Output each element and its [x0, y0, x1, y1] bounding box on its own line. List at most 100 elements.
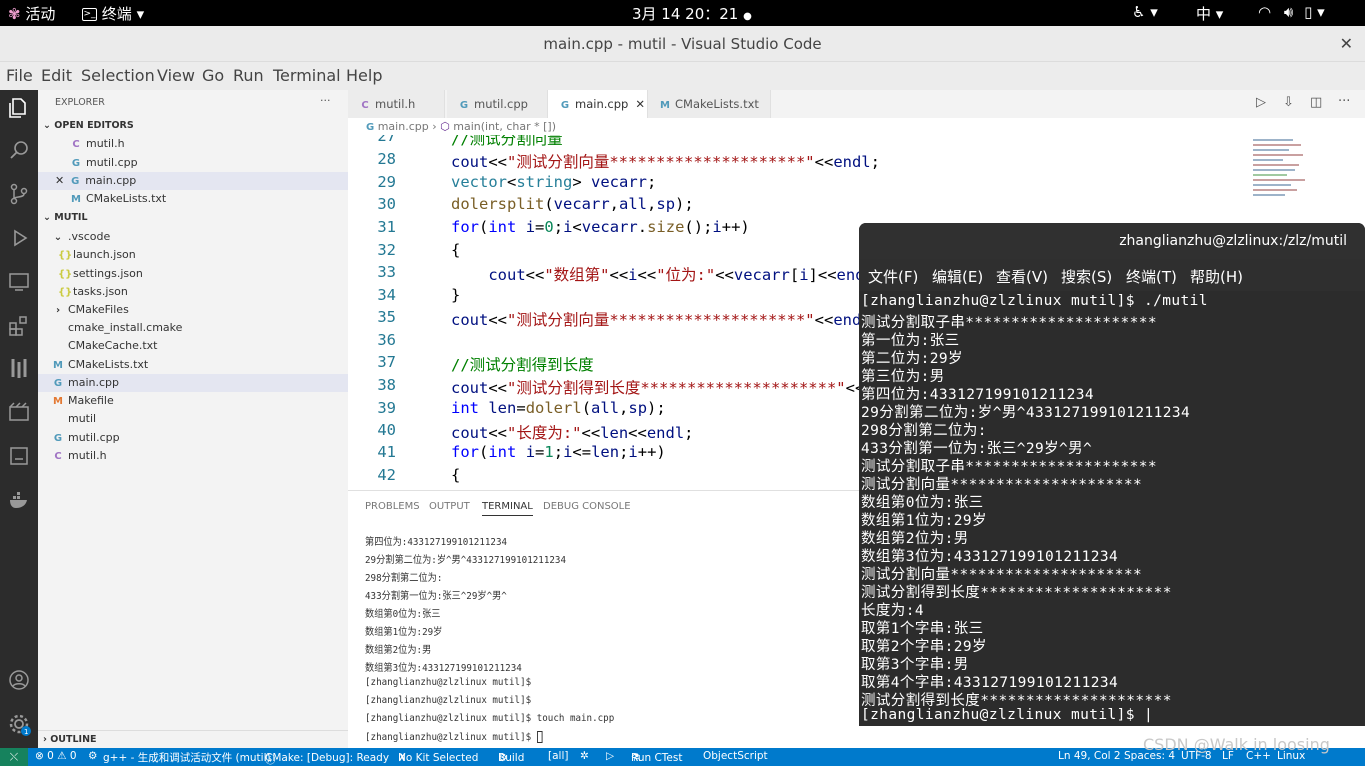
settings-gear-icon[interactable]: 1	[7, 712, 31, 736]
input-method-menu[interactable]: 中 ▾	[1196, 3, 1223, 24]
remote-explorer-icon[interactable]	[7, 270, 31, 294]
menu-edit[interactable]: Edit	[41, 66, 72, 85]
code-line: for(int i=1;i<=len;i++)	[451, 443, 666, 461]
tab-problems[interactable]: PROBLEMS	[365, 501, 420, 512]
test-icon[interactable]	[7, 444, 31, 468]
terminal-menu-help[interactable]: 帮助(H)	[1190, 266, 1243, 287]
terminal-menu-file[interactable]: 文件(F)	[868, 266, 918, 287]
menu-file[interactable]: File	[6, 66, 33, 85]
more-actions-icon[interactable]: ···	[1338, 94, 1350, 109]
cpp-file-icon: G	[71, 176, 80, 187]
tree-file[interactable]: M CMakeLists.txt	[38, 356, 348, 374]
tree-file[interactable]: mutil	[38, 410, 348, 428]
line-number: 40	[377, 421, 396, 439]
terminal-menu-search[interactable]: 搜索(S)	[1061, 266, 1112, 287]
tree-file[interactable]: M Makefile	[38, 392, 348, 410]
more-actions-icon[interactable]: ···	[320, 92, 340, 110]
clock[interactable]: 3月 14 20：21 ●	[632, 3, 752, 24]
folder-header[interactable]: ⌄ MUTIL	[38, 209, 348, 227]
menu-terminal[interactable]: Terminal	[273, 66, 341, 85]
account-icon[interactable]	[7, 668, 31, 692]
code-line: dolersplit(vecarr,all,sp);	[451, 195, 694, 213]
tree-file[interactable]: {}launch.json	[38, 246, 348, 264]
tab-main-cpp[interactable]: Gmain.cpp ✕	[548, 90, 648, 118]
split-editor-icon[interactable]: ◫	[1310, 95, 1322, 110]
tab-output[interactable]: OUTPUT	[429, 501, 470, 512]
run-debug-icon[interactable]	[7, 226, 31, 250]
terminal-app-icon: >_	[82, 8, 97, 21]
menu-run[interactable]: Run	[233, 66, 264, 85]
window-titlebar: main.cpp - mutil - Visual Studio Code ✕	[0, 26, 1365, 62]
intersystems-icon[interactable]	[7, 356, 31, 380]
close-editor-icon[interactable]: ✕	[55, 174, 64, 187]
open-editor-item[interactable]: Cmutil.h	[38, 135, 348, 153]
open-editors-header[interactable]: ⌄ OPEN EDITORS	[38, 117, 348, 135]
tab-cmakelists[interactable]: M CMakeLists.txt	[648, 90, 771, 118]
tree-file-active[interactable]: Gmain.cpp	[38, 374, 348, 392]
outline-header[interactable]: › OUTLINE	[38, 730, 348, 748]
line-number: 31	[377, 218, 396, 236]
source-control-icon[interactable]	[7, 182, 31, 206]
debug-bug-icon[interactable]: ✲	[580, 750, 589, 762]
accessibility-menu[interactable]: ♿ ▾	[1132, 3, 1158, 21]
tree-folder[interactable]: ⌄ .vscode	[38, 228, 348, 246]
terminal-titlebar[interactable]: zhanglianzhu@zlzlinux:/zlz/mutil	[859, 223, 1365, 259]
terminal-output[interactable]: [zhanglianzhu@zlzlinux mutil]$ ./mutil 测…	[859, 291, 1365, 726]
docker-icon[interactable]	[7, 488, 31, 512]
breadcrumb-file[interactable]: main.cpp	[378, 120, 429, 133]
tab-debug-console[interactable]: DEBUG CONSOLE	[543, 501, 631, 512]
line-number: 30	[377, 195, 396, 213]
system-menu[interactable]: ◠ 🔊︎ ▯ ▾	[1258, 3, 1325, 21]
cmake-icon[interactable]	[7, 400, 31, 424]
tree-file[interactable]: {}tasks.json	[38, 283, 348, 301]
terminal-line: [zhanglianzhu@zlzlinux mutil]$	[365, 677, 532, 688]
open-editor-item-active[interactable]: ✕ Gmain.cpp	[38, 172, 348, 190]
remote-indicator-icon[interactable]: ⤬	[0, 748, 28, 766]
open-editor-item[interactable]: Gmutil.cpp	[38, 154, 348, 172]
close-tab-icon[interactable]: ✕	[635, 97, 645, 111]
app-menu-button[interactable]: >_ 终端 ▾	[82, 3, 144, 24]
cmake-target[interactable]: [all]	[548, 750, 568, 762]
terminal-line: 数组第3位为:433127199101211234	[365, 663, 522, 674]
tab-mutil-cpp[interactable]: Gmutil.cpp	[447, 90, 548, 118]
accessibility-icon: ♿	[1132, 3, 1146, 21]
caret-down-icon: ▾	[1150, 3, 1158, 21]
minimap[interactable]	[1253, 135, 1313, 225]
tree-file[interactable]: cmake_install.cmake	[38, 319, 348, 337]
code-line: //测试分割得到长度	[451, 356, 594, 374]
terminal-menu-terminal[interactable]: 终端(T)	[1126, 266, 1177, 287]
activities-button[interactable]: ✾ 活动	[8, 3, 55, 24]
active-task[interactable]: g++ - 生成和调试活动文件 (mutil)	[103, 750, 271, 765]
tree-file[interactable]: CMakeCache.txt	[38, 337, 348, 355]
terminal-line: 数组第1位为:29岁	[365, 627, 443, 638]
explorer-sidebar: EXPLORER ··· ⌄ OPEN EDITORS Cmutil.h Gmu…	[38, 90, 348, 748]
debug-icon[interactable]: ⇩	[1283, 95, 1294, 110]
open-editor-item[interactable]: M CMakeLists.txt	[38, 190, 348, 208]
code-line: for(int i=0;i<vecarr.size();i++)	[451, 218, 750, 236]
run-code-icon[interactable]: ▷	[1256, 95, 1266, 110]
explorer-icon[interactable]	[7, 96, 31, 120]
gear-icon[interactable]: ⚙	[88, 750, 97, 762]
search-icon[interactable]	[7, 138, 31, 162]
tab-mutil-h[interactable]: Cmutil.h	[348, 90, 445, 118]
cursor-position[interactable]: Ln 49, Col 2	[1058, 750, 1121, 762]
tree-folder[interactable]: › CMakeFiles	[38, 301, 348, 319]
menu-view[interactable]: View	[157, 66, 195, 85]
close-window-button[interactable]: ✕	[1340, 26, 1353, 62]
breadcrumb-symbol[interactable]: main(int, char * [])	[453, 120, 556, 133]
extensions-icon[interactable]	[7, 314, 31, 338]
terminal-menu-edit[interactable]: 编辑(E)	[932, 266, 983, 287]
terminal-menu-view[interactable]: 查看(V)	[996, 266, 1048, 287]
terminal-line: 29分割第二位为:岁^男^433127199101211234	[365, 555, 567, 566]
menu-help[interactable]: Help	[346, 66, 382, 85]
tab-terminal[interactable]: TERMINAL	[482, 501, 533, 516]
tree-file[interactable]: {}settings.json	[38, 265, 348, 283]
menu-go[interactable]: Go	[202, 66, 224, 85]
tree-file[interactable]: Gmutil.cpp	[38, 429, 348, 447]
chevron-down-icon: ⌄	[53, 232, 63, 243]
tree-file[interactable]: Cmutil.h	[38, 447, 348, 465]
menu-selection[interactable]: Selection	[81, 66, 155, 85]
run-play-icon[interactable]: ▷	[606, 750, 614, 762]
objectscript-status[interactable]: ObjectScript	[703, 750, 768, 762]
problems-indicator[interactable]: ⊗ 0 ⚠ 0	[35, 750, 77, 762]
